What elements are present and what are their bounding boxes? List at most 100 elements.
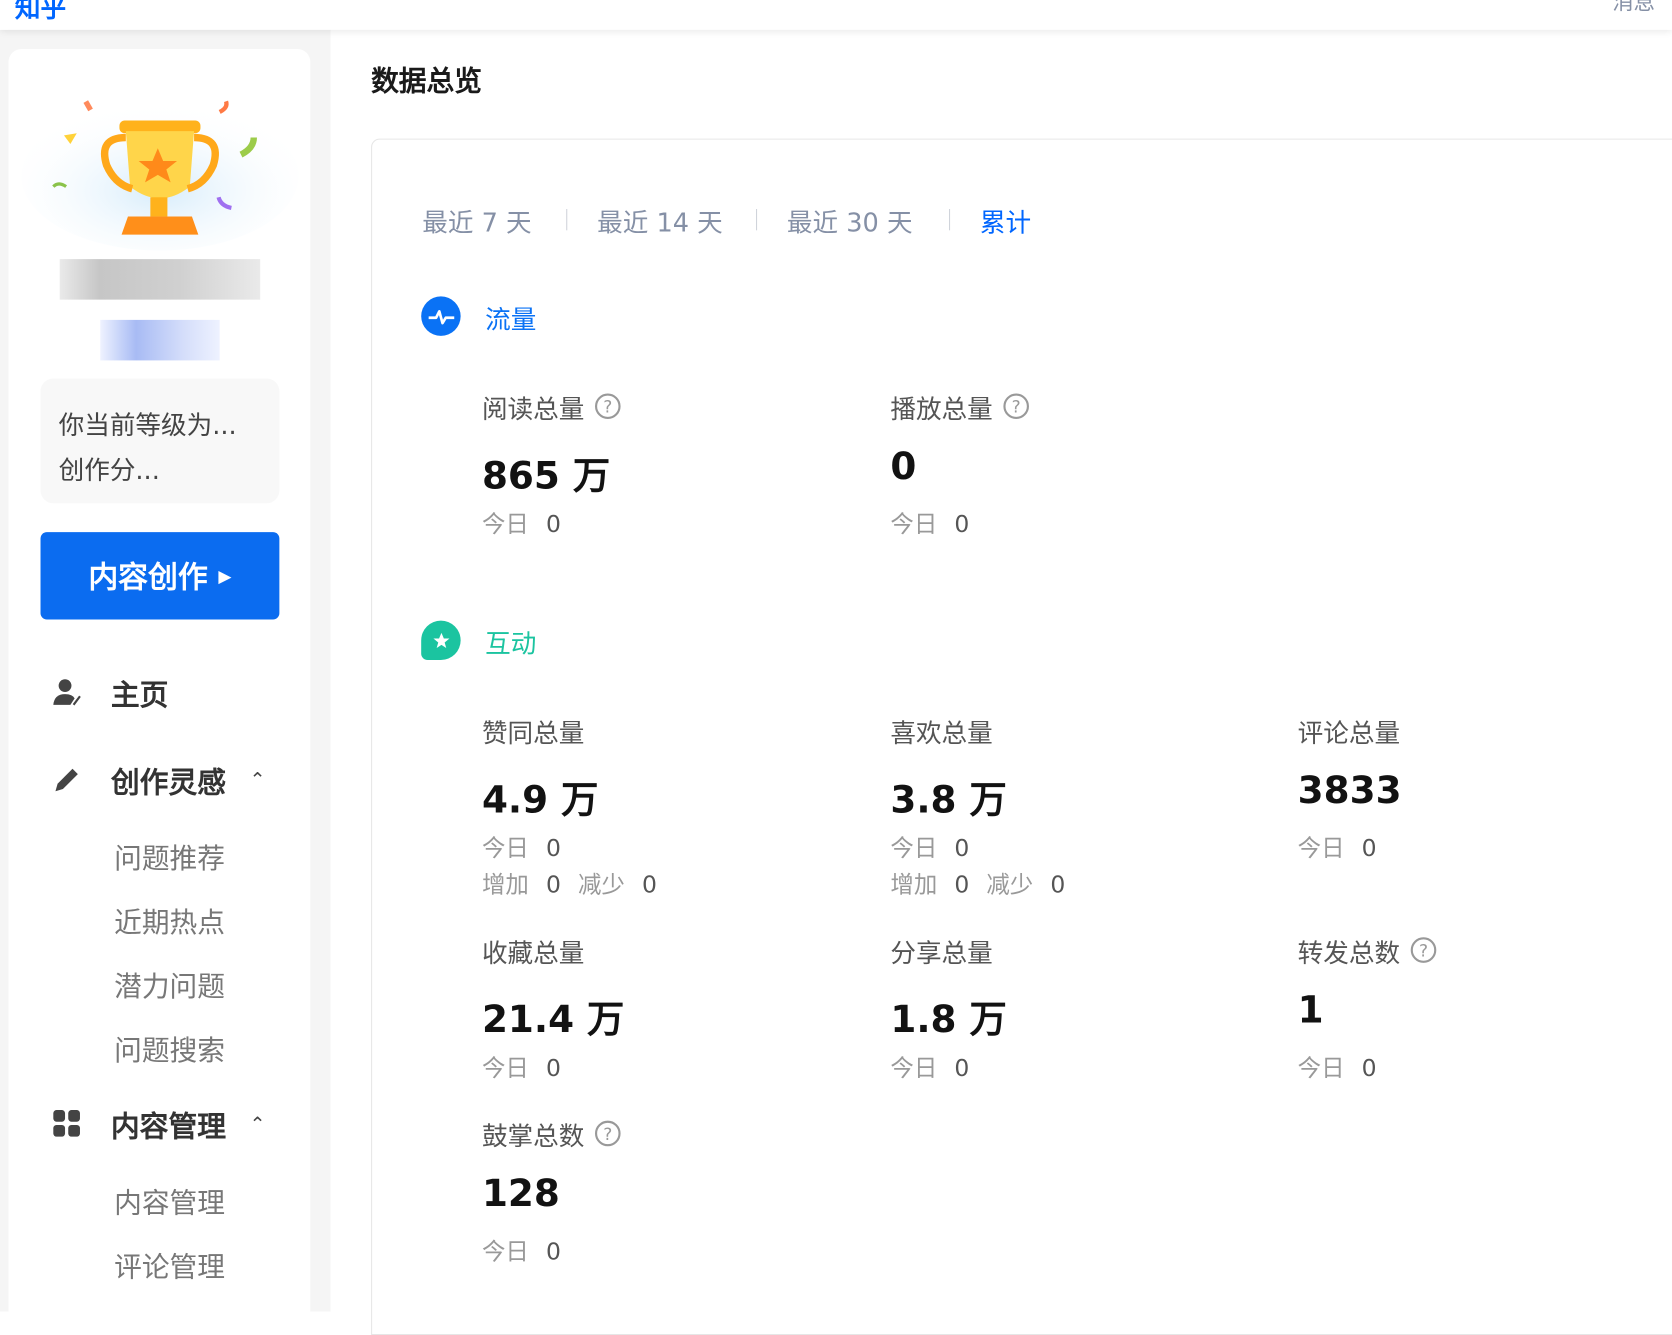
stat-change: 增加 0 减少 0 bbox=[890, 866, 1082, 899]
today-value: 0 bbox=[954, 511, 970, 539]
stat-value: 3833 bbox=[1297, 769, 1402, 813]
today-label: 今日 bbox=[481, 835, 529, 863]
stat-label-row: 评论总量 bbox=[1298, 712, 1402, 748]
stat-today: 今日 0 bbox=[481, 1049, 624, 1083]
today-value: 0 bbox=[545, 835, 561, 863]
decrease-label: 减少 bbox=[986, 872, 1034, 899]
increase-label: 增加 bbox=[481, 872, 529, 899]
tab-cumulative[interactable]: 累计 bbox=[980, 202, 1031, 239]
sidebar-subitem[interactable]: 问题搜索 bbox=[114, 1029, 225, 1068]
today-label: 今日 bbox=[890, 1055, 938, 1083]
tab-7-days[interactable]: 最近 7 天 bbox=[422, 202, 531, 239]
user-edit-icon bbox=[51, 676, 83, 708]
today-label: 今日 bbox=[481, 511, 529, 539]
sidebar-subitem[interactable]: 近期热点 bbox=[114, 901, 225, 940]
today-value: 0 bbox=[545, 1239, 561, 1266]
stat-label: 收藏总量 bbox=[481, 937, 585, 968]
stat-label-row: 赞同总量 bbox=[482, 712, 674, 748]
increase-value: 0 bbox=[545, 872, 561, 899]
sidebar-subitem[interactable]: 内容管理 bbox=[114, 1181, 225, 1220]
stat-value: 0 bbox=[890, 445, 917, 489]
stat-label: 分享总量 bbox=[890, 937, 993, 968]
divider bbox=[949, 208, 951, 231]
stat-label: 评论总量 bbox=[1297, 718, 1401, 749]
decrease-label: 减少 bbox=[577, 872, 625, 899]
sidebar-item-inspiration[interactable]: 创作灵感 ⌃ bbox=[51, 758, 266, 801]
caret-right-icon: ▶ bbox=[218, 565, 232, 586]
stat-card: 赞同总量 4.9 万今日 0 增加 0 减少 0 bbox=[481, 712, 674, 899]
stat-label-row: 收藏总量 bbox=[482, 932, 624, 968]
stat-label-row: 喜欢总量 bbox=[890, 712, 1082, 748]
tab-14-days[interactable]: 最近 14 天 bbox=[597, 202, 723, 239]
today-label: 今日 bbox=[1297, 1055, 1345, 1083]
stat-label-row: 转发总数? bbox=[1298, 932, 1437, 968]
create-content-button[interactable]: 内容创作 ▶ bbox=[40, 532, 280, 620]
username-blurred bbox=[59, 259, 261, 300]
stat-value: 865 万 bbox=[481, 455, 611, 498]
divider bbox=[566, 208, 568, 231]
stat-label: 鼓掌总数 bbox=[481, 1121, 585, 1152]
stat-label-row: 播放总量? bbox=[890, 388, 1029, 424]
today-label: 今日 bbox=[481, 1055, 529, 1083]
level-text: 你当前等级为... bbox=[58, 410, 237, 441]
help-icon[interactable]: ? bbox=[594, 393, 621, 420]
stat-label: 转发总数 bbox=[1297, 937, 1401, 968]
stat-card: 阅读总量? 865 万今日 0 bbox=[481, 388, 621, 539]
divider bbox=[756, 208, 758, 231]
grid-icon bbox=[51, 1108, 83, 1140]
sidebar-item-home[interactable]: 主页 bbox=[51, 671, 168, 714]
stat-label: 阅读总量 bbox=[481, 393, 585, 424]
sidebar-subitem[interactable]: 评论管理 bbox=[114, 1245, 225, 1284]
increase-label: 增加 bbox=[890, 872, 938, 899]
sidebar-subitem[interactable]: 问题推荐 bbox=[114, 837, 225, 876]
stat-label-row: 分享总量 bbox=[890, 932, 1006, 968]
stat-label: 喜欢总量 bbox=[890, 718, 993, 749]
decrease-value: 0 bbox=[1050, 872, 1066, 899]
trophy-illustration bbox=[21, 100, 299, 251]
stat-value: 128 bbox=[481, 1172, 560, 1216]
stat-card: 分享总量 1.8 万今日 0 bbox=[890, 932, 1007, 1083]
sidebar-item-label: 主页 bbox=[110, 678, 169, 712]
today-label: 今日 bbox=[481, 1239, 529, 1266]
star-chat-icon bbox=[421, 620, 461, 661]
create-content-label: 内容创作 bbox=[88, 559, 208, 595]
pencil-icon bbox=[51, 763, 83, 795]
stat-card: 播放总量? 0 今日 0 bbox=[890, 388, 1029, 539]
stat-card: 鼓掌总数? 128 今日 0 bbox=[481, 1115, 621, 1266]
stat-card: 收藏总量 21.4 万今日 0 bbox=[481, 932, 624, 1083]
badge-blurred bbox=[100, 319, 220, 361]
sidebar-item-label: 内容管理 bbox=[110, 1110, 227, 1144]
today-label: 今日 bbox=[890, 511, 938, 539]
logo[interactable]: 知乎 bbox=[15, 0, 66, 25]
chevron-up-icon[interactable]: ⌃ bbox=[250, 768, 266, 790]
sidebar-item-content-management[interactable]: 内容管理 ⌃ bbox=[51, 1103, 266, 1146]
section-interaction-title: 互动 bbox=[485, 629, 537, 659]
help-icon[interactable]: ? bbox=[594, 1120, 621, 1147]
sidebar-item-label: 创作灵感 bbox=[110, 766, 227, 800]
stat-value: 4.9 万 bbox=[481, 779, 599, 823]
chevron-up-icon[interactable]: ⌃ bbox=[250, 1113, 266, 1135]
today-value: 0 bbox=[954, 835, 970, 863]
top-bar: 知乎 消息 bbox=[0, 0, 1672, 30]
stat-label: 播放总量 bbox=[890, 393, 993, 424]
help-icon[interactable]: ? bbox=[1410, 937, 1437, 963]
today-value: 0 bbox=[545, 511, 561, 539]
stat-today: 今日 0 bbox=[1297, 830, 1402, 863]
tab-30-days[interactable]: 最近 30 天 bbox=[787, 202, 913, 239]
decrease-value: 0 bbox=[641, 872, 657, 899]
stat-today: 今日 0 bbox=[1297, 1049, 1437, 1083]
stat-value: 3.8 万 bbox=[890, 779, 1007, 823]
sidebar-subitem[interactable]: 潜力问题 bbox=[114, 965, 225, 1004]
increase-value: 0 bbox=[954, 872, 970, 899]
stat-card: 喜欢总量 3.8 万今日 0 增加 0 减少 0 bbox=[890, 712, 1082, 899]
today-value: 0 bbox=[545, 1055, 561, 1083]
section-traffic-title: 流量 bbox=[485, 304, 537, 335]
stat-today: 今日 0 bbox=[890, 830, 1082, 863]
messages-link[interactable]: 消息 bbox=[1612, 0, 1655, 16]
stat-value: 1.8 万 bbox=[890, 999, 1007, 1042]
today-label: 今日 bbox=[1297, 835, 1345, 863]
level-info[interactable]: 你当前等级为... 创作分... bbox=[40, 378, 280, 504]
stat-label: 赞同总量 bbox=[481, 718, 585, 749]
help-icon[interactable]: ? bbox=[1003, 393, 1029, 420]
stat-card: 转发总数? 1 今日 0 bbox=[1297, 932, 1437, 1083]
